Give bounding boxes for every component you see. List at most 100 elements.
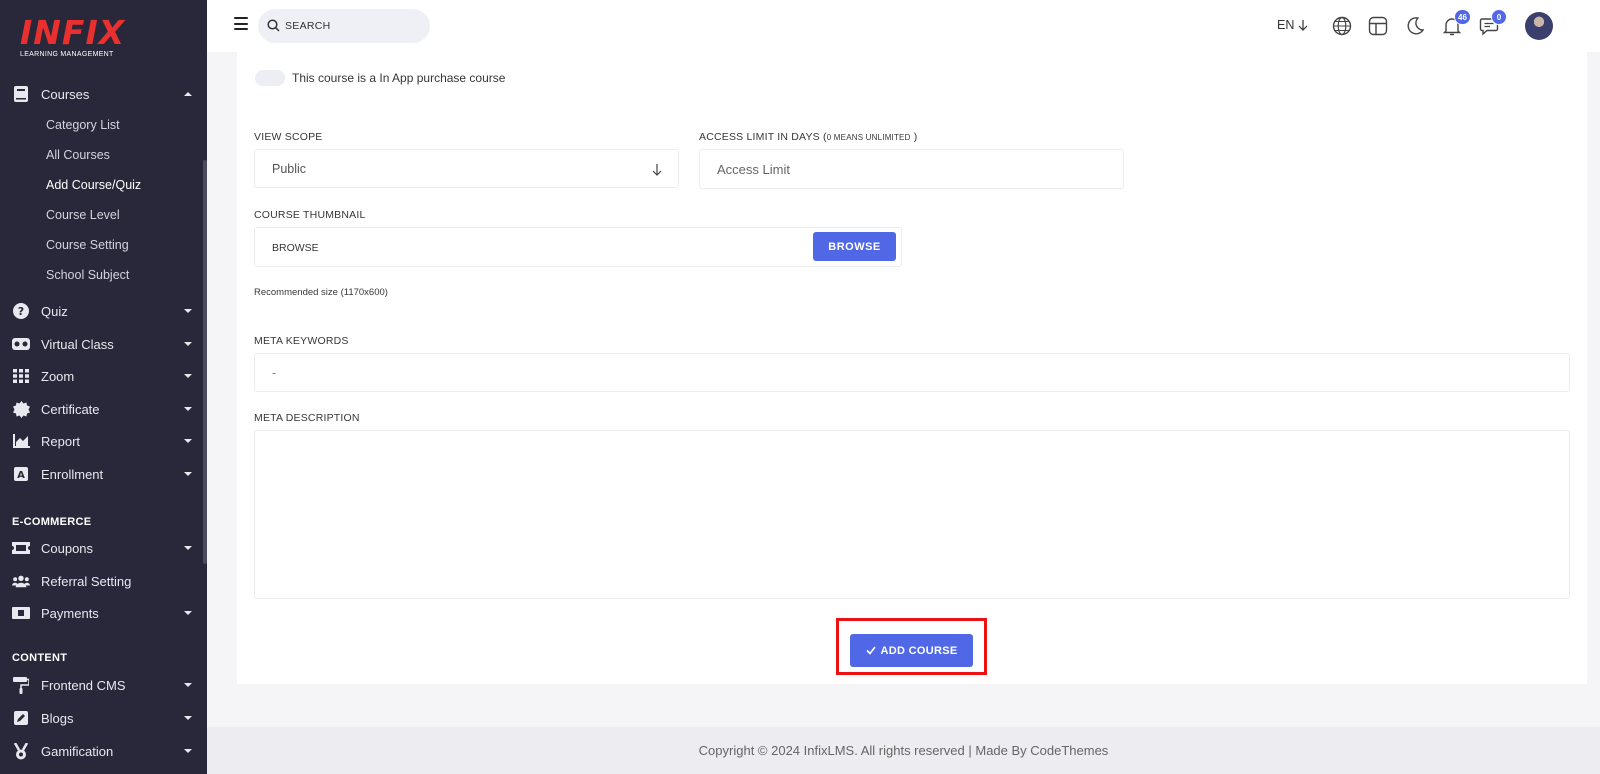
enrollment-icon: A: [12, 465, 30, 483]
notification-badge: 46: [1454, 9, 1471, 25]
caret-down-icon: [184, 749, 192, 753]
caret-down-icon: [184, 716, 192, 720]
sidebar-item-certificate[interactable]: Certificate: [0, 395, 207, 423]
sidebar-item-coupons[interactable]: Coupons: [0, 534, 207, 562]
sidebar-item-enrollment[interactable]: A Enrollment: [0, 460, 207, 488]
sidebar-item-label: Referral Setting: [41, 573, 132, 589]
svg-text:A: A: [17, 470, 25, 481]
meta-description-textarea[interactable]: [254, 430, 1570, 599]
sidebar-subitem-add-course-quiz[interactable]: Add Course/Quiz: [46, 178, 141, 192]
view-scope-value: Public: [272, 162, 307, 176]
thumbnail-size-hint: Recommended size (1170x600): [254, 287, 388, 298]
users-icon: [12, 572, 30, 590]
caret-down-icon: [184, 611, 192, 615]
in-app-purchase-toggle[interactable]: [255, 70, 285, 86]
sidebar-item-label: Report: [41, 433, 81, 449]
ticket-icon: [12, 539, 30, 557]
sidebar-item-gamification[interactable]: Gamification: [0, 737, 207, 765]
meta-keywords-input[interactable]: [254, 353, 1570, 392]
caret-down-icon: [184, 683, 192, 687]
sidebar-item-label: Courses: [41, 86, 90, 102]
top-header: EN 46 0: [207, 0, 1600, 52]
svg-text:?: ?: [18, 305, 24, 318]
sidebar-subitem-course-level[interactable]: Course Level: [46, 208, 120, 222]
sidebar-scrollbar[interactable]: [203, 160, 207, 564]
certificate-icon: [12, 400, 30, 418]
arrow-down-icon: [1298, 19, 1308, 31]
language-selector[interactable]: EN: [1277, 18, 1308, 32]
caret-down-icon: [184, 546, 192, 550]
sidebar-item-frontend-cms[interactable]: Frontend CMS: [0, 671, 207, 699]
check-icon: [865, 646, 876, 655]
sidebar-item-label: Virtual Class: [41, 336, 114, 352]
copyright-text: Copyright © 2024 InfixLMS. All rights re…: [698, 743, 1109, 758]
sidebar-item-label: Frontend CMS: [41, 677, 126, 693]
section-heading-content: CONTENT: [12, 652, 68, 664]
thumbnail-file-field[interactable]: BROWSE: [254, 227, 902, 267]
sidebar-subitem-category-list[interactable]: Category List: [46, 118, 120, 132]
access-limit-input[interactable]: [699, 149, 1124, 189]
sidebar: INFIX LEARNING MANAGEMENT Courses Catego…: [0, 0, 207, 774]
sidebar-item-quiz[interactable]: ? Quiz: [0, 297, 207, 325]
caret-down-icon: [184, 342, 192, 346]
money-icon: [12, 604, 30, 622]
sidebar-item-label: Zoom: [41, 368, 75, 384]
paint-roller-icon: [12, 676, 30, 694]
meta-description-label: META DESCRIPTION: [254, 412, 360, 424]
sidebar-item-courses[interactable]: Courses: [0, 80, 207, 108]
browse-button[interactable]: BROWSE: [813, 232, 896, 261]
sidebar-item-blogs[interactable]: Blogs: [0, 704, 207, 732]
book-icon: [12, 85, 30, 103]
caret-down-icon: [184, 472, 192, 476]
menu-toggle-icon[interactable]: [234, 17, 248, 30]
add-course-button[interactable]: ADD COURSE: [850, 634, 973, 667]
sidebar-item-payments[interactable]: Payments: [0, 599, 207, 627]
chat-icon[interactable]: 0: [1479, 9, 1507, 36]
medal-icon: [12, 742, 30, 760]
globe-icon[interactable]: [1332, 16, 1352, 36]
brand-logo[interactable]: INFIX LEARNING MANAGEMENT: [20, 13, 126, 59]
sidebar-item-referral-setting[interactable]: Referral Setting: [0, 567, 207, 595]
bell-icon[interactable]: 46: [1442, 9, 1471, 36]
chart-area-icon: [12, 432, 30, 450]
sidebar-subitem-school-subject[interactable]: School Subject: [46, 268, 129, 282]
layout-icon[interactable]: [1368, 16, 1388, 36]
arrow-down-icon: [652, 163, 662, 181]
message-badge: 0: [1491, 9, 1507, 25]
footer: Copyright © 2024 InfixLMS. All rights re…: [207, 727, 1600, 774]
sidebar-subitem-all-courses[interactable]: All Courses: [46, 148, 110, 162]
caret-up-icon: [184, 92, 192, 96]
edit-icon: [12, 709, 30, 727]
course-thumbnail-label: COURSE THUMBNAIL: [254, 209, 366, 221]
sidebar-item-label: Gamification: [41, 743, 114, 759]
thumbnail-file-name: BROWSE: [272, 242, 319, 254]
brand-subtitle: LEARNING MANAGEMENT: [20, 51, 114, 58]
sidebar-subitem-course-setting[interactable]: Course Setting: [46, 238, 129, 252]
language-label: EN: [1277, 18, 1295, 32]
brand-name: INFIX: [20, 13, 126, 52]
meta-keywords-label: META KEYWORDS: [254, 335, 349, 347]
sidebar-item-label: Certificate: [41, 401, 100, 417]
sidebar-item-label: Coupons: [41, 540, 94, 556]
caret-down-icon: [184, 374, 192, 378]
view-scope-label: VIEW SCOPE: [254, 131, 323, 143]
caret-down-icon: [184, 407, 192, 411]
section-heading-ecommerce: E-COMMERCE: [12, 516, 92, 528]
access-limit-label: ACCESS LIMIT IN DAYS (0 MEANS UNLIMITED …: [699, 131, 918, 143]
sidebar-item-virtual-class[interactable]: Virtual Class: [0, 330, 207, 358]
grid-icon: [12, 367, 30, 385]
vr-headset-icon: [12, 335, 30, 353]
caret-down-icon: [184, 439, 192, 443]
sidebar-item-report[interactable]: Report: [0, 427, 207, 455]
sidebar-item-label: Enrollment: [41, 466, 104, 482]
search-input[interactable]: [285, 9, 425, 43]
search-box: [258, 9, 430, 43]
view-scope-select[interactable]: Public: [254, 149, 679, 188]
add-course-label: ADD COURSE: [880, 644, 958, 657]
avatar[interactable]: [1525, 12, 1553, 40]
sidebar-item-zoom[interactable]: Zoom: [0, 362, 207, 390]
sidebar-item-label: Payments: [41, 605, 99, 621]
question-circle-icon: ?: [12, 302, 30, 320]
moon-icon[interactable]: [1405, 16, 1425, 36]
caret-down-icon: [184, 309, 192, 313]
